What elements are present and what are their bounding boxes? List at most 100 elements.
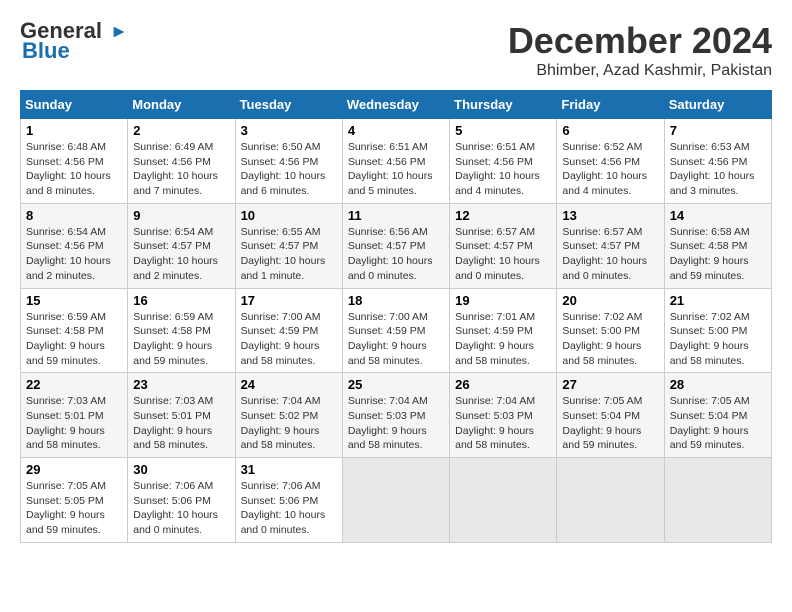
day-number: 13 [562,208,658,223]
calendar-week-row: 22 Sunrise: 7:03 AMSunset: 5:01 PMDaylig… [21,373,772,458]
day-number: 18 [348,293,444,308]
day-detail: Sunrise: 6:59 AMSunset: 4:58 PMDaylight:… [26,311,106,367]
location-title: Bhimber, Azad Kashmir, Pakistan [508,62,772,80]
calendar-week-row: 1 Sunrise: 6:48 AMSunset: 4:56 PMDayligh… [21,119,772,204]
day-detail: Sunrise: 6:57 AMSunset: 4:57 PMDaylight:… [455,226,540,282]
day-detail: Sunrise: 7:02 AMSunset: 5:00 PMDaylight:… [670,311,750,367]
calendar-cell: 11 Sunrise: 6:56 AMSunset: 4:57 PMDaylig… [342,203,449,288]
calendar-cell: 1 Sunrise: 6:48 AMSunset: 4:56 PMDayligh… [21,119,128,204]
logo-blue-text: Blue [22,40,70,62]
day-detail: Sunrise: 6:53 AMSunset: 4:56 PMDaylight:… [670,141,755,197]
day-number: 20 [562,293,658,308]
day-detail: Sunrise: 6:58 AMSunset: 4:58 PMDaylight:… [670,226,750,282]
day-number: 6 [562,123,658,138]
calendar-cell: 2 Sunrise: 6:49 AMSunset: 4:56 PMDayligh… [128,119,235,204]
day-number: 21 [670,293,766,308]
day-number: 24 [241,377,337,392]
day-number: 22 [26,377,122,392]
day-number: 10 [241,208,337,223]
day-number: 12 [455,208,551,223]
day-detail: Sunrise: 7:03 AMSunset: 5:01 PMDaylight:… [26,395,106,451]
day-detail: Sunrise: 6:57 AMSunset: 4:57 PMDaylight:… [562,226,647,282]
day-detail: Sunrise: 7:01 AMSunset: 4:59 PMDaylight:… [455,311,535,367]
day-detail: Sunrise: 7:02 AMSunset: 5:00 PMDaylight:… [562,311,642,367]
calendar-cell: 18 Sunrise: 7:00 AMSunset: 4:59 PMDaylig… [342,288,449,373]
calendar-cell: 4 Sunrise: 6:51 AMSunset: 4:56 PMDayligh… [342,119,449,204]
calendar-cell: 13 Sunrise: 6:57 AMSunset: 4:57 PMDaylig… [557,203,664,288]
calendar-cell: 31 Sunrise: 7:06 AMSunset: 5:06 PMDaylig… [235,458,342,543]
day-number: 15 [26,293,122,308]
calendar-cell: 14 Sunrise: 6:58 AMSunset: 4:58 PMDaylig… [664,203,771,288]
day-detail: Sunrise: 6:52 AMSunset: 4:56 PMDaylight:… [562,141,647,197]
day-detail: Sunrise: 7:03 AMSunset: 5:01 PMDaylight:… [133,395,213,451]
weekday-header-saturday: Saturday [664,91,771,119]
calendar-week-row: 8 Sunrise: 6:54 AMSunset: 4:56 PMDayligh… [21,203,772,288]
calendar-week-row: 15 Sunrise: 6:59 AMSunset: 4:58 PMDaylig… [21,288,772,373]
day-detail: Sunrise: 7:06 AMSunset: 5:06 PMDaylight:… [133,480,218,536]
calendar-week-row: 29 Sunrise: 7:05 AMSunset: 5:05 PMDaylig… [21,458,772,543]
day-detail: Sunrise: 6:54 AMSunset: 4:57 PMDaylight:… [133,226,218,282]
day-number: 25 [348,377,444,392]
day-number: 1 [26,123,122,138]
calendar-cell [450,458,557,543]
day-number: 9 [133,208,229,223]
day-detail: Sunrise: 6:48 AMSunset: 4:56 PMDaylight:… [26,141,111,197]
weekday-header-friday: Friday [557,91,664,119]
calendar-cell: 5 Sunrise: 6:51 AMSunset: 4:56 PMDayligh… [450,119,557,204]
calendar-cell: 16 Sunrise: 6:59 AMSunset: 4:58 PMDaylig… [128,288,235,373]
title-area: December 2024 Bhimber, Azad Kashmir, Pak… [508,20,772,80]
calendar-cell: 21 Sunrise: 7:02 AMSunset: 5:00 PMDaylig… [664,288,771,373]
calendar-cell: 15 Sunrise: 6:59 AMSunset: 4:58 PMDaylig… [21,288,128,373]
day-number: 14 [670,208,766,223]
day-number: 19 [455,293,551,308]
day-detail: Sunrise: 6:56 AMSunset: 4:57 PMDaylight:… [348,226,433,282]
header: General Blue December 2024 Bhimber, Azad… [20,20,772,80]
calendar-cell: 23 Sunrise: 7:03 AMSunset: 5:01 PMDaylig… [128,373,235,458]
day-detail: Sunrise: 7:04 AMSunset: 5:03 PMDaylight:… [348,395,428,451]
calendar-cell: 3 Sunrise: 6:50 AMSunset: 4:56 PMDayligh… [235,119,342,204]
day-number: 11 [348,208,444,223]
calendar-cell: 24 Sunrise: 7:04 AMSunset: 5:02 PMDaylig… [235,373,342,458]
day-number: 26 [455,377,551,392]
calendar-cell: 25 Sunrise: 7:04 AMSunset: 5:03 PMDaylig… [342,373,449,458]
calendar-table: SundayMondayTuesdayWednesdayThursdayFrid… [20,90,772,543]
day-detail: Sunrise: 6:55 AMSunset: 4:57 PMDaylight:… [241,226,326,282]
weekday-header-tuesday: Tuesday [235,91,342,119]
calendar-cell: 17 Sunrise: 7:00 AMSunset: 4:59 PMDaylig… [235,288,342,373]
calendar-cell: 6 Sunrise: 6:52 AMSunset: 4:56 PMDayligh… [557,119,664,204]
day-detail: Sunrise: 6:51 AMSunset: 4:56 PMDaylight:… [348,141,433,197]
day-number: 8 [26,208,122,223]
day-number: 23 [133,377,229,392]
day-number: 17 [241,293,337,308]
calendar-cell: 22 Sunrise: 7:03 AMSunset: 5:01 PMDaylig… [21,373,128,458]
calendar-cell: 27 Sunrise: 7:05 AMSunset: 5:04 PMDaylig… [557,373,664,458]
day-detail: Sunrise: 7:04 AMSunset: 5:03 PMDaylight:… [455,395,535,451]
calendar-cell: 28 Sunrise: 7:05 AMSunset: 5:04 PMDaylig… [664,373,771,458]
calendar-cell: 19 Sunrise: 7:01 AMSunset: 4:59 PMDaylig… [450,288,557,373]
calendar-cell [664,458,771,543]
day-detail: Sunrise: 6:59 AMSunset: 4:58 PMDaylight:… [133,311,213,367]
day-detail: Sunrise: 6:51 AMSunset: 4:56 PMDaylight:… [455,141,540,197]
day-number: 16 [133,293,229,308]
day-detail: Sunrise: 6:54 AMSunset: 4:56 PMDaylight:… [26,226,111,282]
calendar-cell: 30 Sunrise: 7:06 AMSunset: 5:06 PMDaylig… [128,458,235,543]
day-number: 2 [133,123,229,138]
day-detail: Sunrise: 7:05 AMSunset: 5:04 PMDaylight:… [562,395,642,451]
day-number: 4 [348,123,444,138]
day-number: 27 [562,377,658,392]
logo: General Blue [20,20,128,62]
day-detail: Sunrise: 7:04 AMSunset: 5:02 PMDaylight:… [241,395,321,451]
weekday-header-wednesday: Wednesday [342,91,449,119]
day-number: 31 [241,462,337,477]
month-title: December 2024 [508,20,772,62]
day-number: 5 [455,123,551,138]
weekday-header-thursday: Thursday [450,91,557,119]
calendar-cell: 7 Sunrise: 6:53 AMSunset: 4:56 PMDayligh… [664,119,771,204]
calendar-cell: 8 Sunrise: 6:54 AMSunset: 4:56 PMDayligh… [21,203,128,288]
day-detail: Sunrise: 6:49 AMSunset: 4:56 PMDaylight:… [133,141,218,197]
calendar-cell: 29 Sunrise: 7:05 AMSunset: 5:05 PMDaylig… [21,458,128,543]
weekday-header-sunday: Sunday [21,91,128,119]
day-detail: Sunrise: 7:00 AMSunset: 4:59 PMDaylight:… [241,311,321,367]
calendar-cell: 26 Sunrise: 7:04 AMSunset: 5:03 PMDaylig… [450,373,557,458]
day-number: 7 [670,123,766,138]
